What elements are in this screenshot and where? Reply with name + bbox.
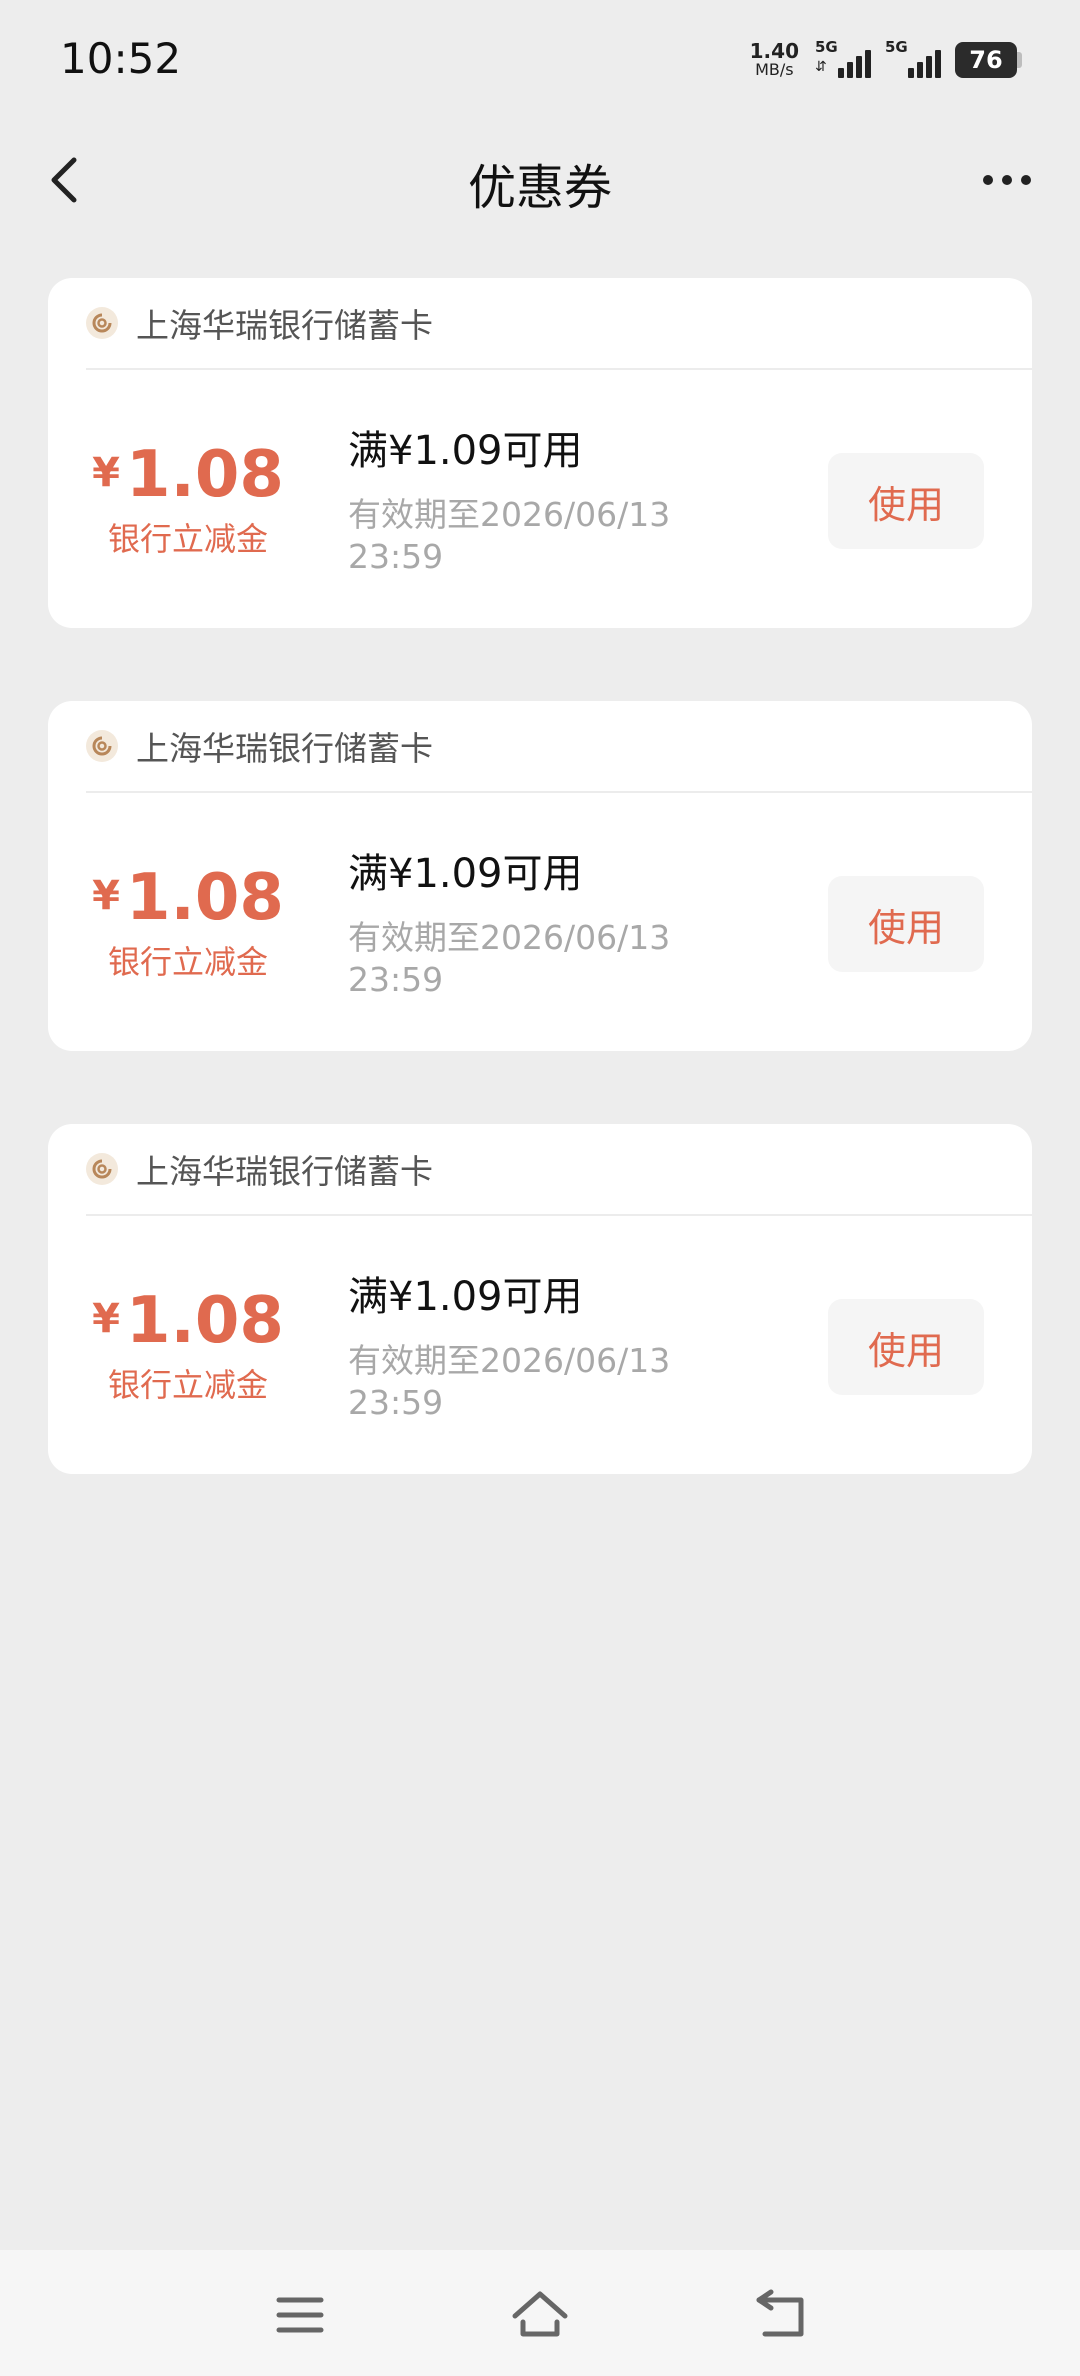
use-button[interactable]: 使用 xyxy=(828,1299,984,1395)
coupon-amount: ¥ 1.08 银行立减金 xyxy=(92,861,284,983)
coupon-validity: 有效期至2026/06/13 23:59 xyxy=(348,1341,671,1422)
network-speed-value: 1.40 xyxy=(749,39,799,63)
battery-level: 76 xyxy=(955,42,1017,78)
battery-icon: 76 xyxy=(955,42,1022,78)
network-speed: 1.40 MB/s xyxy=(750,41,799,79)
signal-bars-icon xyxy=(838,50,871,78)
signal-bars-icon xyxy=(908,50,941,78)
bank-logo-icon xyxy=(86,307,118,339)
coupon-type-label: 银行立减金 xyxy=(107,943,268,981)
bank-name: 上海华瑞银行储蓄卡 xyxy=(136,729,433,768)
coupon-card: 上海华瑞银行储蓄卡 ¥ 1.08 银行立减金 满¥1.09可用 有效期至2026… xyxy=(48,1124,1032,1474)
status-time: 10:52 xyxy=(60,34,182,83)
menu-icon[interactable] xyxy=(265,2280,335,2350)
network-speed-unit: MB/s xyxy=(755,60,794,79)
status-bar: 10:52 1.40 MB/s 5G ⇵ 5G 76 xyxy=(0,0,1080,120)
use-button[interactable]: 使用 xyxy=(828,876,984,972)
currency-symbol: ¥ xyxy=(92,450,120,496)
bank-name: 上海华瑞银行储蓄卡 xyxy=(136,306,433,345)
signal-sim1-icon: 5G ⇵ xyxy=(815,38,871,82)
coupon-value: 1.08 xyxy=(125,438,284,512)
system-nav-bar xyxy=(0,2250,1080,2376)
coupon-threshold: 满¥1.09可用 xyxy=(348,1274,583,1320)
currency-symbol: ¥ xyxy=(92,1296,120,1342)
coupon-card: 上海华瑞银行储蓄卡 ¥ 1.08 银行立减金 满¥1.09可用 有效期至2026… xyxy=(48,701,1032,1051)
use-button[interactable]: 使用 xyxy=(828,453,984,549)
sim2-network-label: 5G xyxy=(885,38,908,56)
status-icons: 1.40 MB/s 5G ⇵ 5G 76 xyxy=(750,38,1022,82)
currency-symbol: ¥ xyxy=(92,873,120,919)
coupon-threshold: 满¥1.09可用 xyxy=(348,851,583,897)
coupon-card-header: 上海华瑞银行储蓄卡 xyxy=(86,278,1032,370)
coupon-type-label: 银行立减金 xyxy=(107,1366,268,1404)
data-arrows-icon: ⇵ xyxy=(815,59,827,75)
coupon-type-label: 银行立减金 xyxy=(107,520,268,558)
coupon-threshold: 满¥1.09可用 xyxy=(348,428,583,474)
coupon-validity: 有效期至2026/06/13 23:59 xyxy=(348,495,671,576)
coupon-amount: ¥ 1.08 银行立减金 xyxy=(92,1284,284,1406)
home-icon[interactable] xyxy=(505,2280,575,2350)
more-horizontal-icon[interactable] xyxy=(972,152,1042,208)
back-icon[interactable] xyxy=(745,2280,815,2350)
coupon-amount: ¥ 1.08 银行立减金 xyxy=(92,438,284,560)
bank-logo-icon xyxy=(86,730,118,762)
nav-header: 优惠券 xyxy=(0,130,1080,230)
coupon-value: 1.08 xyxy=(125,1284,284,1358)
page-title: 优惠券 xyxy=(467,160,612,216)
coupon-card: 上海华瑞银行储蓄卡 ¥ 1.08 银行立减金 满¥1.09可用 有效期至2026… xyxy=(48,278,1032,628)
coupon-card-header: 上海华瑞银行储蓄卡 xyxy=(86,1124,1032,1216)
coupon-card-header: 上海华瑞银行储蓄卡 xyxy=(86,701,1032,793)
bank-logo-icon xyxy=(86,1153,118,1185)
sim1-network-label: 5G xyxy=(815,38,838,56)
coupon-value: 1.08 xyxy=(125,861,284,935)
bank-name: 上海华瑞银行储蓄卡 xyxy=(136,1152,433,1191)
coupon-validity: 有效期至2026/06/13 23:59 xyxy=(348,918,671,999)
signal-sim2-icon: 5G xyxy=(885,38,941,82)
